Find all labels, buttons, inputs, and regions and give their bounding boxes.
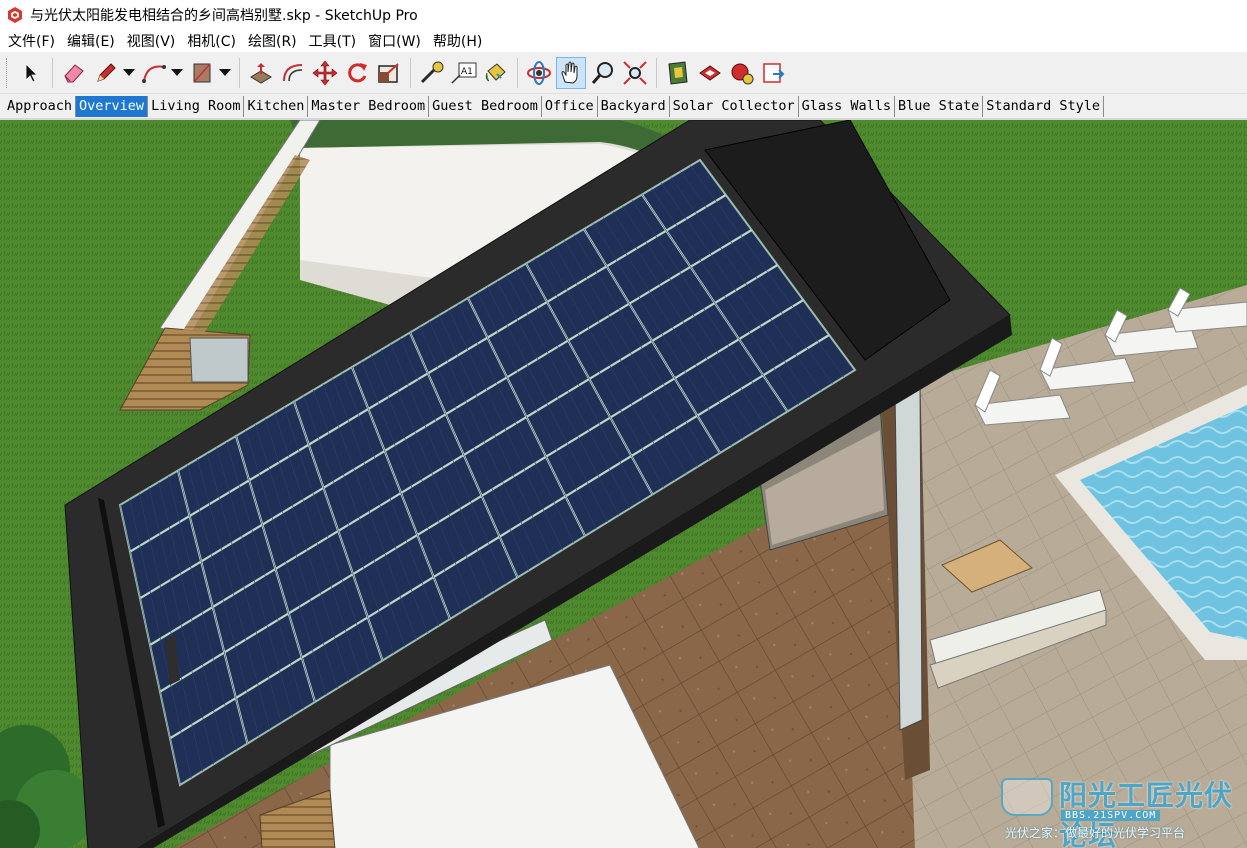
scene-tab-kitchen[interactable]: Kitchen (244, 95, 309, 117)
menu-help[interactable]: 帮助(H) (427, 31, 488, 51)
scene-tab-approach[interactable]: Approach (4, 95, 77, 117)
arrow-icon (25, 62, 38, 83)
rectangle-tool[interactable] (187, 57, 217, 89)
offset-icon (283, 63, 303, 81)
toolbar-grip[interactable] (6, 57, 9, 88)
extension-warehouse-tool[interactable] (727, 57, 757, 89)
paint-bucket-tool[interactable] (481, 57, 511, 89)
line-tool[interactable] (91, 57, 121, 89)
scene-tab-blue-state[interactable]: Blue State (895, 95, 984, 117)
arc-tool-dropdown[interactable] (170, 57, 184, 89)
menu-camera[interactable]: 相机(C) (181, 31, 242, 51)
zoom-tool[interactable] (588, 57, 618, 89)
watermark-slogan: 光伏之家：做最好的光伏学习平台 (1005, 826, 1186, 840)
orbit-icon (527, 60, 551, 85)
forum-logo (1001, 778, 1053, 816)
warehouse-icon (668, 60, 688, 85)
share-model-icon (699, 64, 721, 81)
scene-tab-overview[interactable]: Overview (76, 95, 149, 117)
menu-view[interactable]: 视图(V) (121, 31, 182, 51)
rotate-tool[interactable] (342, 57, 372, 89)
tower-glass-wall (894, 381, 923, 731)
hand-icon (561, 61, 578, 84)
forum-watermark: 阳光工匠光伏论坛 BBS.21SPV.COM 光伏之家：做最好的光伏学习平台 (1001, 772, 1241, 848)
zoom-extents-icon (623, 60, 647, 85)
menu-edit[interactable]: 编辑(E) (61, 31, 121, 51)
zoom-extents-tool[interactable] (620, 57, 650, 89)
toolbar-separator (656, 57, 657, 88)
tape-measure-tool[interactable] (417, 57, 447, 89)
push-pull-tool[interactable] (246, 57, 276, 89)
text-tool[interactable]: A1 (449, 57, 479, 89)
pencil-icon (97, 62, 116, 82)
scene-tabs: Approach Overview Living Room Kitchen Ma… (0, 94, 1247, 118)
scene-tab-glass-walls[interactable]: Glass Walls (799, 95, 895, 117)
orbit-tool[interactable] (524, 57, 554, 89)
title-bar: 与光伏太阳能发电相结合的乡间高档别墅.skp - SketchUp Pro (0, 0, 1247, 30)
push-pull-icon (250, 62, 272, 84)
model-viewport[interactable]: 阳光工匠光伏论坛 BBS.21SPV.COM 光伏之家：做最好的光伏学习平台 (0, 118, 1247, 848)
line-tool-dropdown[interactable] (122, 57, 136, 89)
pan-tool[interactable] (556, 56, 586, 89)
share-model-tool[interactable] (695, 57, 725, 89)
watermark-url: BBS.21SPV.COM (1061, 810, 1161, 821)
sketchup-app-icon (8, 7, 22, 23)
menu-draw[interactable]: 绘图(R) (242, 31, 303, 51)
toolbar-separator (517, 57, 518, 88)
text-icon: A1 (451, 62, 477, 84)
move-tool[interactable] (310, 57, 340, 89)
rotate-icon (348, 62, 367, 82)
menu-file[interactable]: 文件(F) (2, 31, 61, 51)
scene-tab-guest-bedroom[interactable]: Guest Bedroom (429, 95, 542, 117)
scene-tab-office[interactable]: Office (542, 95, 598, 117)
toolbar-separator (239, 57, 240, 88)
toolbar: A1 (0, 52, 1247, 94)
offset-tool[interactable] (278, 57, 308, 89)
scale-icon (378, 62, 399, 83)
eraser-tool[interactable] (59, 57, 89, 89)
scene-tab-solar-collector[interactable]: Solar Collector (670, 95, 799, 117)
extension-icon (731, 63, 754, 84)
toolbar-separator (52, 57, 53, 88)
magnifier-icon (591, 61, 613, 84)
model-render (0, 120, 1247, 848)
text-tool-glyph: A1 (461, 67, 473, 77)
layout-icon (763, 62, 785, 83)
rectangle-icon (193, 63, 211, 82)
scene-tab-living-room[interactable]: Living Room (148, 95, 245, 117)
move-icon (312, 60, 338, 85)
send-to-layout-tool[interactable] (759, 57, 789, 89)
menu-window[interactable]: 窗口(W) (362, 31, 427, 51)
warehouse-tool[interactable] (663, 57, 693, 89)
window-title: 与光伏太阳能发电相结合的乡间高档别墅.skp - SketchUp Pro (30, 8, 418, 24)
chevron-down-icon (219, 68, 231, 76)
scene-tab-standard-style[interactable]: Standard Style (983, 95, 1105, 117)
chevron-down-icon (123, 68, 135, 76)
toolbar-separator (410, 57, 411, 88)
scene-tab-master-bedroom[interactable]: Master Bedroom (308, 95, 430, 117)
scale-tool[interactable] (374, 57, 404, 89)
select-tool[interactable] (16, 57, 46, 89)
arc-icon (142, 64, 166, 83)
arc-tool[interactable] (139, 57, 169, 89)
chevron-down-icon (171, 68, 183, 76)
scene-tab-backyard[interactable]: Backyard (598, 95, 670, 117)
menu-tools[interactable]: 工具(T) (303, 31, 362, 51)
tape-measure-icon (420, 61, 444, 83)
paint-bucket-icon (485, 62, 506, 81)
eraser-icon (64, 63, 84, 82)
menu-bar: 文件(F) 编辑(E) 视图(V) 相机(C) 绘图(R) 工具(T) 窗口(W… (0, 30, 1247, 52)
rectangle-tool-dropdown[interactable] (218, 57, 232, 89)
